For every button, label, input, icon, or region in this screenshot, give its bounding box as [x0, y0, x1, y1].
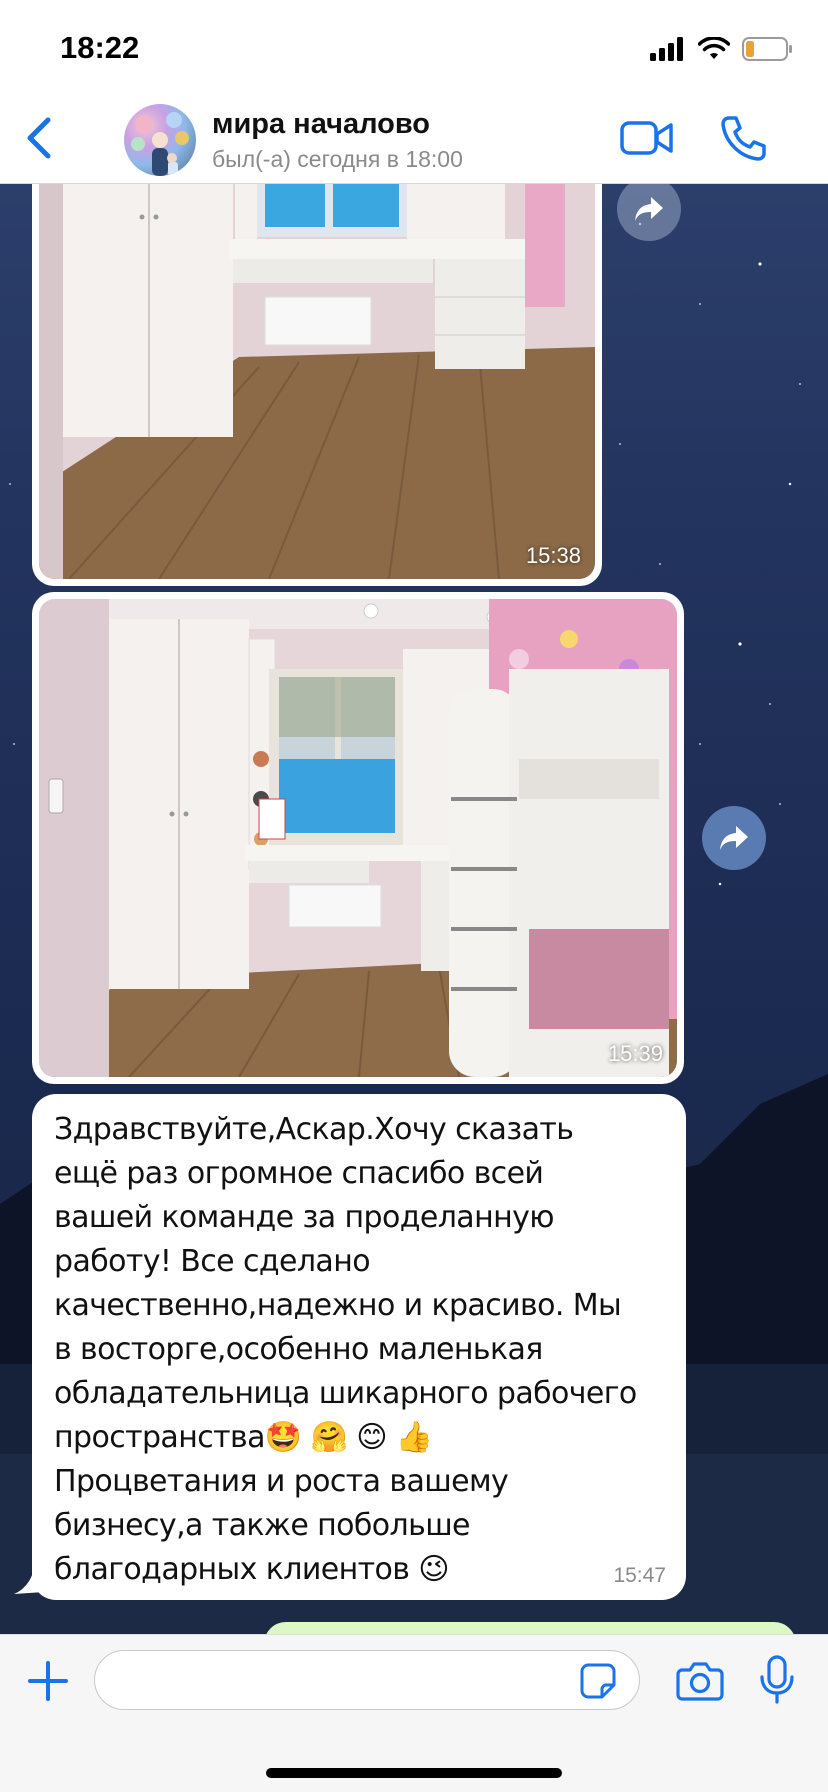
message-input[interactable]	[94, 1650, 640, 1710]
chat-header: мира началово был(-а) сегодня в 18:00	[0, 94, 828, 184]
message-text: Здравствуйте,Аскар.Хочу сказать ещё раз …	[54, 1112, 637, 1587]
home-indicator	[266, 1768, 562, 1778]
sticker-icon	[580, 1663, 616, 1699]
attach-button[interactable]	[26, 1659, 70, 1703]
signal-icon	[650, 37, 683, 61]
video-call-button[interactable]	[620, 118, 674, 158]
text-message[interactable]: Здравствуйте,Аскар.Хочу сказать ещё раз …	[32, 1094, 686, 1600]
status-time: 18:22	[60, 30, 140, 65]
voice-call-button[interactable]	[720, 114, 766, 162]
forward-button[interactable]	[702, 806, 766, 870]
microphone-icon	[760, 1655, 794, 1704]
camera-icon	[676, 1662, 724, 1701]
contact-name[interactable]: мира началово	[212, 108, 430, 141]
avatar[interactable]	[124, 104, 196, 176]
image-message[interactable]: 15:39	[32, 592, 684, 1084]
forward-arrow-icon	[720, 826, 748, 850]
status-bar: 18:22	[0, 0, 828, 94]
battery-icon	[742, 37, 792, 61]
forward-arrow-icon	[635, 197, 663, 221]
back-button[interactable]	[20, 114, 60, 162]
camera-button[interactable]	[676, 1661, 724, 1701]
forward-button[interactable]	[617, 177, 681, 241]
plus-icon	[28, 1661, 68, 1701]
room-photo-image	[39, 599, 677, 1077]
sticker-button[interactable]	[580, 1663, 616, 1699]
last-seen-status: был(-а) сегодня в 18:00	[212, 146, 463, 172]
wifi-icon	[698, 37, 730, 59]
avatar-photo	[131, 112, 189, 176]
message-time: 15:47	[613, 1564, 666, 1587]
message-input-bar	[0, 1634, 828, 1792]
phone-icon	[721, 116, 766, 161]
message-time: 15:39	[607, 1041, 663, 1066]
chevron-left-icon	[27, 117, 51, 159]
message-time: 15:38	[525, 543, 581, 568]
voice-message-button[interactable]	[758, 1655, 796, 1705]
room-photo[interactable]: 15:38	[39, 157, 595, 579]
status-icons	[650, 36, 794, 62]
image-message[interactable]: 15:38	[32, 150, 602, 586]
room-photo[interactable]: 15:39	[39, 599, 677, 1077]
video-camera-icon	[620, 121, 673, 155]
room-photo-image	[39, 157, 595, 579]
